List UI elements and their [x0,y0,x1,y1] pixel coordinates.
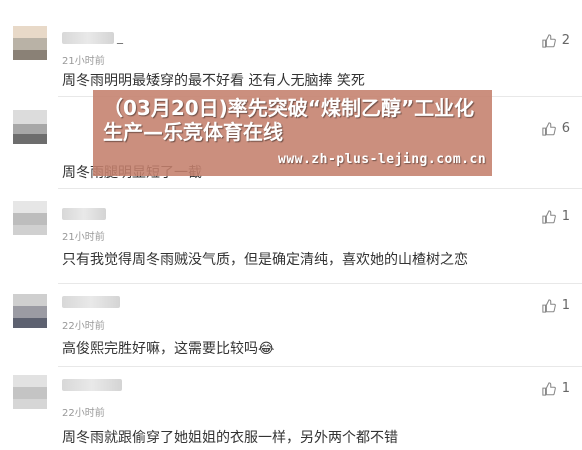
user-name-suffix: _ [117,30,123,44]
thumbs-up-icon [542,209,556,224]
like-count: 6 [561,121,570,136]
banner-title: （03月20日)率先突破“煤制乙醇”工业化生产—乐竞体育在线 [103,96,475,144]
banner-url[interactable]: www.zh-plus-lejing.com.cn [278,152,486,167]
comment-time: 22小时前 [62,321,105,332]
comment-time: 21小时前 [62,56,105,67]
comment-item: 22小时前 周冬雨就跟偷穿了她姐姐的衣服一样，另外两个都不错 1 [0,367,582,450]
user-name[interactable] [62,296,120,308]
promo-banner[interactable]: （03月20日)率先突破“煤制乙醇”工业化生产—乐竞体育在线 www.zh-pl… [93,90,492,176]
comment-item: 22小时前 高俊熙完胜好嘛，这需要比较吗😂 1 [0,284,582,364]
comment-text: 周冬雨就跟偷穿了她姐姐的衣服一样，另外两个都不错 [62,430,398,446]
comment-time: 21小时前 [62,232,105,243]
avatar[interactable] [13,201,47,235]
avatar[interactable] [13,110,47,144]
comment-text: 只有我觉得周冬雨贼没气质，但是确定清纯，喜欢她的山楂树之恋 [62,252,468,268]
comment-item: 21小时前 只有我觉得周冬雨贼没气质，但是确定清纯，喜欢她的山楂树之恋 1 [0,189,582,279]
like-button[interactable]: 6 [542,121,570,136]
like-count: 1 [561,209,570,224]
thumbs-up-icon [542,298,556,313]
like-button[interactable]: 1 [542,209,570,224]
like-button[interactable]: 1 [542,298,570,313]
user-name[interactable] [62,208,106,220]
avatar[interactable] [13,26,47,60]
thumbs-up-icon [542,121,556,136]
like-count: 2 [561,33,570,48]
thumbs-up-icon [542,381,556,396]
like-button[interactable]: 1 [542,381,570,396]
thumbs-up-icon [542,33,556,48]
user-name[interactable] [62,32,114,44]
like-button[interactable]: 2 [542,33,570,48]
comment-time: 22小时前 [62,408,105,419]
like-count: 1 [561,298,570,313]
like-count: 1 [561,381,570,396]
avatar[interactable] [13,294,47,328]
comment-item: _ 21小时前 周冬雨明明最矮穿的最不好看 还有人无脑捧 笑死 2 [0,0,582,90]
user-name[interactable] [62,379,122,391]
comment-text: 周冬雨明明最矮穿的最不好看 还有人无脑捧 笑死 [62,73,365,89]
avatar[interactable] [13,375,47,409]
comment-text: 高俊熙完胜好嘛，这需要比较吗😂 [62,341,275,357]
